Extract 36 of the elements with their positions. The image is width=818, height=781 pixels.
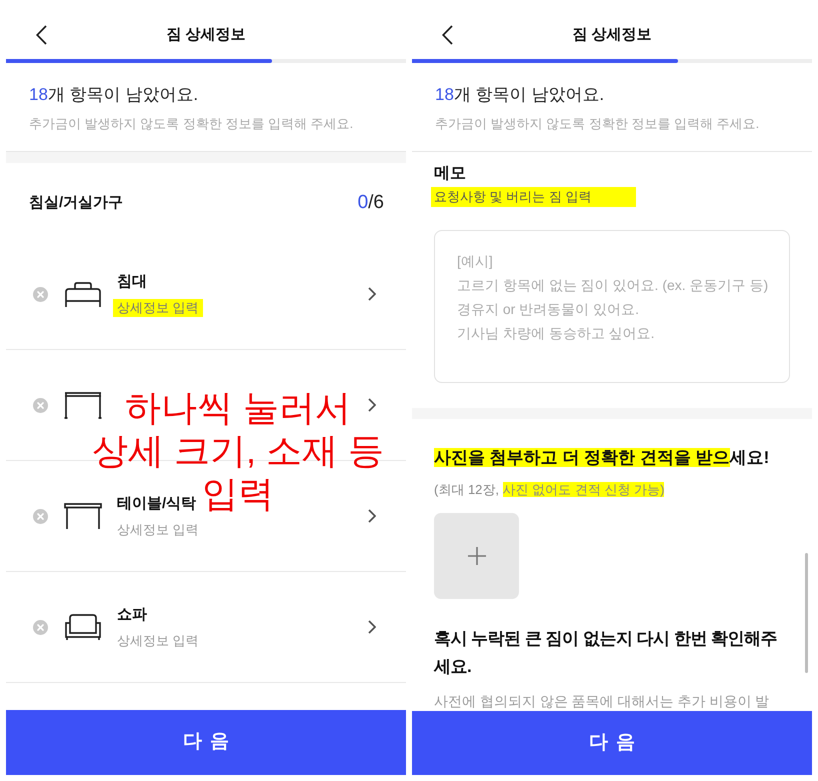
furniture-name: 침대 xyxy=(117,272,147,292)
remaining-items-text: 18개 항목이 남았어요. xyxy=(435,84,606,106)
memo-hint-text: 요청사항 및 버리는 짐 입력 xyxy=(431,187,636,207)
remaining-items-text: 18개 항목이 남았어요. xyxy=(29,84,200,106)
detail-hint-text: 상세정보 입력 xyxy=(117,632,199,650)
detail-hint-text: 상세정보 입력 xyxy=(113,298,203,316)
back-icon[interactable] xyxy=(442,24,453,44)
furniture-name: 쇼파 xyxy=(117,604,147,624)
item-counter: 0/6 xyxy=(358,193,384,213)
plus-icon xyxy=(468,547,486,565)
furniture-name: 테이블/식탁 xyxy=(117,494,196,514)
notice-text: 추가금이 발생하지 않도록 정확한 정보를 입력해 주세요. xyxy=(29,115,354,133)
chevron-right-icon[interactable] xyxy=(368,287,376,301)
memo-field[interactable]: [예시] 고르기 항목에 없는 짐이 있어요. (ex. 운동기구 등) 경유지 or 반려동물이 있어요. 기사님 차량에 동승하고 싶어요. xyxy=(434,230,790,383)
chevron-right-icon[interactable] xyxy=(368,620,376,634)
back-icon[interactable] xyxy=(36,24,47,44)
page-title: 짐 상세정보 xyxy=(571,24,653,44)
next-button[interactable]: 다음 xyxy=(412,711,812,775)
sofa-icon xyxy=(64,613,102,641)
chevron-right-icon[interactable] xyxy=(368,398,376,412)
next-button[interactable]: 다음 xyxy=(6,710,406,775)
category-title: 침실/거실가구 xyxy=(29,193,124,213)
frame-icon xyxy=(64,391,102,419)
bed-icon xyxy=(64,280,102,308)
memo-title: 메모 xyxy=(434,164,467,184)
reminder-text: 사전에 협의되지 않은 품목에 대해서는 추가 비용이 발 xyxy=(434,692,770,711)
annotation-text: 입력 xyxy=(202,472,274,515)
notice-text: 추가금이 발생하지 않도록 정확한 정보를 입력해 주세요. xyxy=(435,115,760,133)
annotation-text: 하나씩 눌러서 xyxy=(124,386,351,429)
photo-note-text: (최대 12장, 사진 없어도 견적 신청 가능) xyxy=(434,481,666,499)
chevron-right-icon[interactable] xyxy=(368,509,376,523)
detail-hint-text: 상세정보 입력 xyxy=(117,520,199,538)
page-title: 짐 상세정보 xyxy=(165,24,247,44)
annotation-text: 상세 크기, 소재 등 xyxy=(92,429,384,472)
table-icon xyxy=(64,502,102,530)
reminder-heading: 혹시 누락된 큰 짐이 없는지 다시 한번 확인해주세요. xyxy=(434,628,778,678)
